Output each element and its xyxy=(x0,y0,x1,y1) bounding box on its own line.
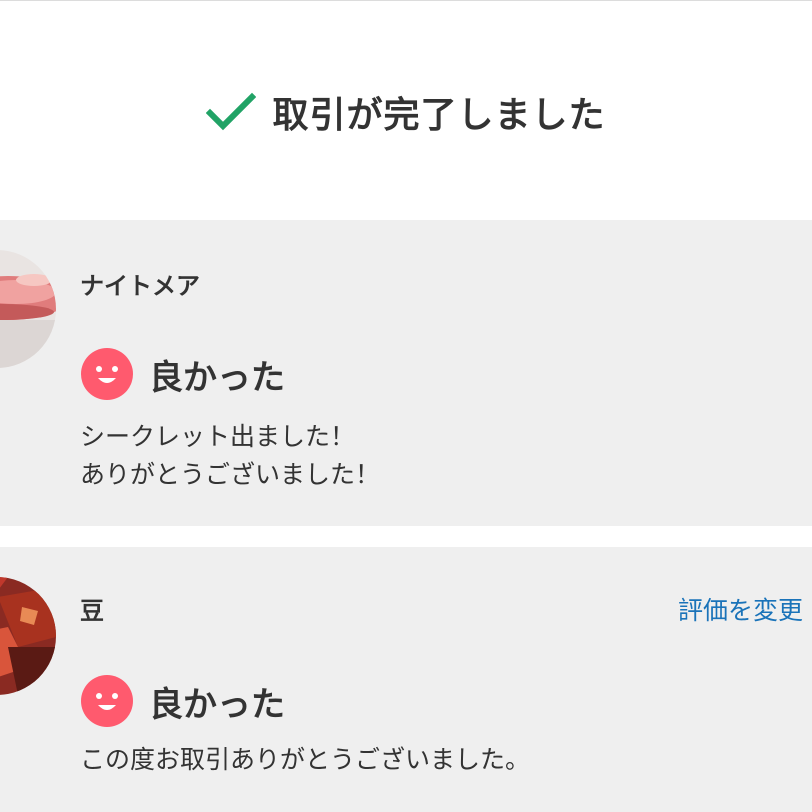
rating-label: 良かった xyxy=(149,684,285,725)
smile-icon xyxy=(81,675,133,727)
comment-line: この度お取引ありがとうございました。 xyxy=(80,745,531,774)
top-divider xyxy=(0,0,812,1)
comment-line: シークレット出ました！ xyxy=(80,422,356,451)
change-rating-link[interactable]: 評価を変更 xyxy=(678,591,803,627)
rating: 良かった xyxy=(81,348,285,400)
comment-line: ありがとうございました！ xyxy=(80,460,381,489)
rating-label: 良かった xyxy=(149,357,285,398)
smile-icon xyxy=(81,348,133,400)
review-comment: この度お取引ありがとうございました。 xyxy=(80,741,530,779)
reviewer-name[interactable]: ナイトメア xyxy=(80,266,200,301)
reviewer-name[interactable]: 豆 xyxy=(80,591,104,626)
avatar[interactable] xyxy=(0,577,56,695)
completion-header: 取引が完了しました xyxy=(0,80,812,144)
page-title: 取引が完了しました xyxy=(272,95,606,136)
rating: 良かった xyxy=(81,675,285,727)
check-icon xyxy=(206,92,257,131)
review-card: ナイトメア 良かった シークレット出ました！ ありがとうございました！ xyxy=(0,220,812,526)
review-card: 豆 評価を変更 良かった この度お取引ありがとうございました。 xyxy=(0,547,812,812)
review-comment: シークレット出ました！ ありがとうございました！ xyxy=(80,418,380,494)
avatar[interactable] xyxy=(0,250,56,368)
